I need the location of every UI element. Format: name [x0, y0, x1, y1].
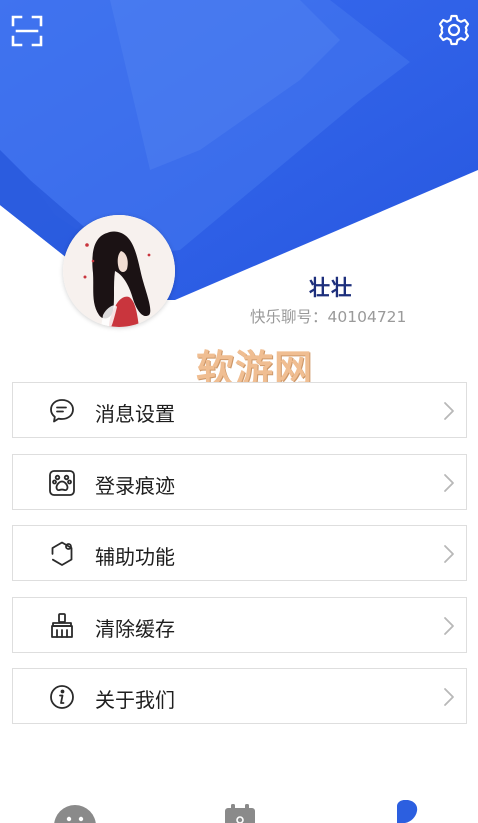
- account-info: 快乐聊号：40104721: [250, 305, 406, 327]
- gear-icon[interactable]: [437, 13, 471, 47]
- message-icon: [47, 396, 77, 426]
- menu-item-about-us[interactable]: 关于我们: [12, 668, 467, 724]
- chevron-right-icon: [442, 615, 456, 637]
- scan-icon[interactable]: [10, 14, 44, 48]
- calendar-tab-icon[interactable]: [221, 800, 259, 823]
- menu-label: 登录痕迹: [95, 474, 175, 498]
- hexagon-icon: [47, 539, 77, 569]
- chat-tab-icon[interactable]: [52, 800, 98, 823]
- menu-item-clear-cache[interactable]: 清除缓存: [12, 597, 467, 653]
- avatar[interactable]: [63, 215, 175, 327]
- username: 壮壮: [309, 276, 353, 300]
- info-icon: [47, 682, 77, 712]
- chevron-right-icon: [442, 543, 456, 565]
- account-label: 快乐聊号：: [250, 308, 328, 326]
- menu-item-message-settings[interactable]: 消息设置: [12, 382, 467, 438]
- profile-tab-icon[interactable]: [392, 800, 422, 823]
- paw-icon: [47, 468, 77, 498]
- chevron-right-icon: [442, 472, 456, 494]
- menu-label: 辅助功能: [95, 545, 175, 569]
- menu-label: 清除缓存: [95, 617, 175, 641]
- account-id: 40104721: [327, 308, 407, 326]
- chevron-right-icon: [442, 400, 456, 422]
- menu-item-accessibility[interactable]: 辅助功能: [12, 525, 467, 581]
- menu-label: 关于我们: [95, 688, 175, 712]
- broom-icon: [47, 611, 77, 641]
- menu-item-login-traces[interactable]: 登录痕迹: [12, 454, 467, 510]
- chevron-right-icon: [442, 686, 456, 708]
- menu-label: 消息设置: [95, 402, 175, 426]
